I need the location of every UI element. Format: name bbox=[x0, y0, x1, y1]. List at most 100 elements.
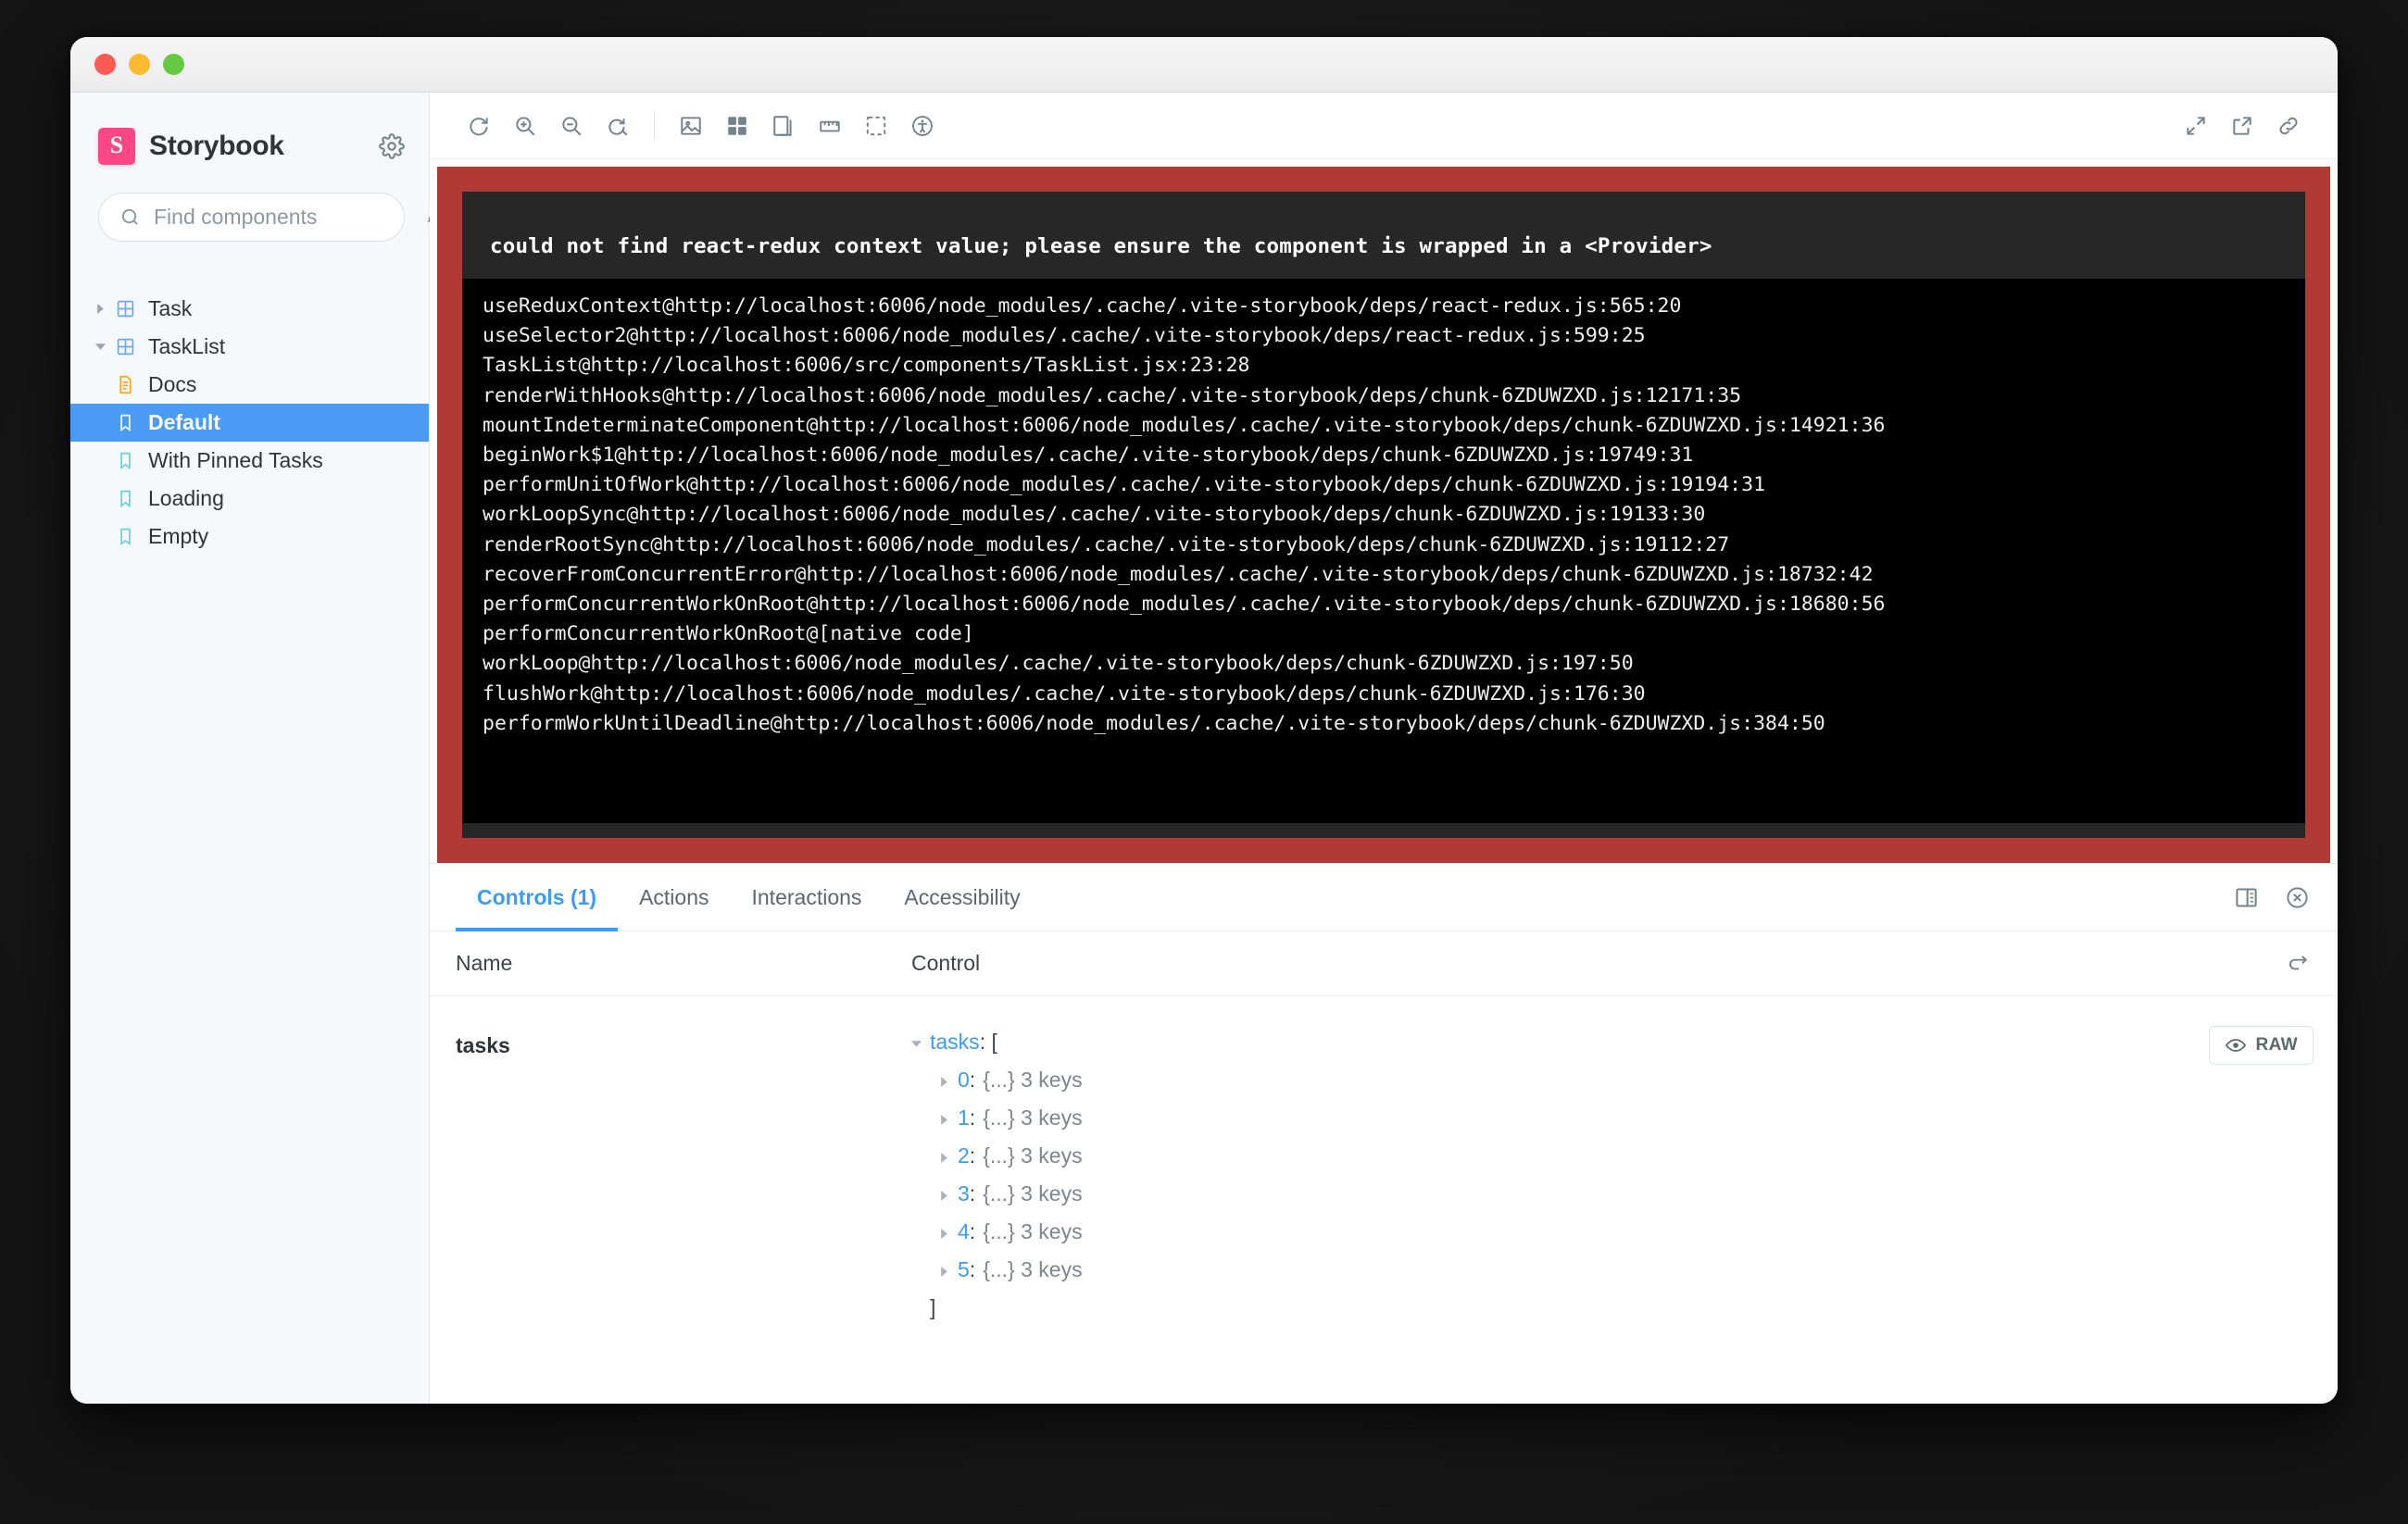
object-tree-item[interactable]: 3 : {...} 3 keys bbox=[939, 1176, 2310, 1214]
object-tree-item[interactable]: 1 : {...} 3 keys bbox=[939, 1100, 2310, 1138]
measure-icon[interactable] bbox=[807, 103, 853, 149]
component-icon bbox=[109, 299, 141, 319]
object-tree-root-key[interactable]: tasks bbox=[930, 1024, 980, 1059]
chevron-right-icon[interactable] bbox=[939, 1255, 958, 1290]
gear-icon[interactable] bbox=[379, 133, 405, 159]
tab-accessibility[interactable]: Accessibility bbox=[883, 864, 1041, 931]
sidebar-item-label: Empty bbox=[148, 524, 209, 548]
open-in-new-tab-icon[interactable] bbox=[2219, 103, 2265, 149]
copy-link-icon[interactable] bbox=[2265, 103, 2312, 149]
toolbar-divider bbox=[654, 111, 655, 140]
window-titlebar bbox=[70, 37, 2338, 93]
desktop-background: S Storybook Find components Task TaskLis… bbox=[0, 0, 2408, 1524]
chevron-right-icon[interactable] bbox=[939, 1179, 958, 1214]
outline-icon[interactable] bbox=[853, 103, 899, 149]
sidebar-item-default[interactable]: Default bbox=[70, 404, 429, 442]
zoom-reset-icon[interactable] bbox=[595, 103, 641, 149]
remount-icon[interactable] bbox=[456, 103, 502, 149]
object-tree-item-separator: : bbox=[969, 1181, 976, 1205]
object-tree-item-separator: : bbox=[969, 1219, 976, 1243]
minimize-window-button[interactable] bbox=[129, 54, 150, 75]
object-tree-item-separator: : bbox=[969, 1106, 976, 1130]
object-tree-item[interactable]: 4 : {...} 3 keys bbox=[939, 1214, 2310, 1252]
object-tree-item-value: {...} 3 keys bbox=[983, 1068, 1083, 1092]
story-icon bbox=[109, 489, 141, 508]
tab-interactions[interactable]: Interactions bbox=[731, 864, 884, 931]
chevron-right-icon[interactable] bbox=[91, 304, 109, 314]
sidebar-item-label: Loading bbox=[148, 486, 224, 510]
docs-icon bbox=[109, 375, 141, 394]
object-tree-item-separator: : bbox=[969, 1143, 976, 1168]
error-stack-trace: useReduxContext@http://localhost:6006/no… bbox=[462, 279, 2305, 823]
fullscreen-icon[interactable] bbox=[2173, 103, 2219, 149]
object-tree-item-index[interactable]: 5 bbox=[958, 1252, 970, 1287]
reset-controls-icon[interactable] bbox=[2286, 952, 2338, 976]
object-tree-item-index[interactable]: 0 bbox=[958, 1062, 970, 1097]
browser-window: S Storybook Find components Task TaskLis… bbox=[70, 37, 2338, 1404]
window-body: S Storybook Find components Task TaskLis… bbox=[70, 93, 2338, 1404]
chevron-right-icon[interactable] bbox=[939, 1103, 958, 1138]
chevron-right-icon[interactable] bbox=[939, 1217, 958, 1252]
zoom-in-icon[interactable] bbox=[502, 103, 548, 149]
object-tree-item-index[interactable]: 4 bbox=[958, 1214, 970, 1249]
object-tree-close: ] bbox=[911, 1290, 2310, 1325]
close-window-button[interactable] bbox=[94, 54, 116, 75]
chevron-down-icon[interactable] bbox=[911, 1027, 930, 1062]
tabs-right-pad bbox=[2323, 864, 2338, 931]
storybook-logo-icon: S bbox=[98, 128, 135, 165]
background-image-icon[interactable] bbox=[668, 103, 714, 149]
component-tree: Task TaskList Docs Default With Pinned T… bbox=[70, 290, 429, 556]
tab-label: Interactions bbox=[751, 884, 862, 909]
object-tree-item[interactable]: 0 : {...} 3 keys bbox=[939, 1062, 2310, 1100]
object-tree-item-index[interactable]: 1 bbox=[958, 1100, 970, 1135]
search-input[interactable] bbox=[154, 205, 428, 230]
object-tree-item[interactable]: 5 : {...} 3 keys bbox=[939, 1252, 2310, 1290]
search-box[interactable]: / bbox=[98, 193, 433, 242]
story-icon bbox=[109, 413, 141, 432]
control-row-value: tasks : [ 0 : {...} 3 keys 1: {...} 3 k… bbox=[911, 1024, 2338, 1404]
sidebar-item-loading[interactable]: Loading bbox=[70, 480, 429, 518]
zoom-window-button[interactable] bbox=[163, 54, 184, 75]
sidebar: S Storybook Find components Task TaskLis… bbox=[70, 93, 433, 1404]
object-tree-item[interactable]: 2 : {...} 3 keys bbox=[939, 1138, 2310, 1176]
addons-tabs: Controls (1) Actions Interactions Access… bbox=[430, 864, 2338, 931]
zoom-out-icon[interactable] bbox=[548, 103, 595, 149]
chevron-right-icon[interactable] bbox=[939, 1065, 958, 1100]
error-frame: could not find react-redux context value… bbox=[437, 167, 2330, 863]
object-tree: tasks : [ 0 : {...} 3 keys 1: {...} 3 k… bbox=[911, 1024, 2310, 1325]
object-tree-item-index[interactable]: 3 bbox=[958, 1176, 970, 1211]
controls-table-body: tasks tasks : [0: {...} 3 keys 1: {..… bbox=[430, 996, 2338, 1404]
grid-icon[interactable] bbox=[714, 103, 760, 149]
viewport-icon[interactable] bbox=[760, 103, 807, 149]
object-tree-item-value: {...} 3 keys bbox=[983, 1219, 1083, 1243]
tab-actions[interactable]: Actions bbox=[618, 864, 730, 931]
object-tree-item-value: {...} 3 keys bbox=[983, 1257, 1083, 1281]
object-tree-item-index[interactable]: 2 bbox=[958, 1138, 970, 1173]
accessibility-icon[interactable] bbox=[899, 103, 946, 149]
sidebar-item-tasklist[interactable]: TaskList bbox=[70, 328, 429, 366]
story-icon bbox=[109, 527, 141, 546]
close-panel-icon[interactable] bbox=[2272, 864, 2323, 931]
object-tree-item-value: {...} 3 keys bbox=[983, 1143, 1083, 1168]
layout-position-icon[interactable] bbox=[2221, 864, 2272, 931]
main-area: could not find react-redux context value… bbox=[430, 93, 2338, 1404]
chevron-right-icon[interactable] bbox=[939, 1141, 958, 1176]
sidebar-item-task[interactable]: Task bbox=[70, 290, 429, 328]
brand-title: Storybook bbox=[149, 131, 284, 161]
chevron-down-icon[interactable] bbox=[91, 342, 109, 352]
sidebar-item-with-pinned-tasks[interactable]: With Pinned Tasks bbox=[70, 442, 429, 480]
sidebar-item-empty[interactable]: Empty bbox=[70, 518, 429, 556]
preview-toolbar bbox=[430, 93, 2338, 159]
object-tree-item-separator: : bbox=[969, 1257, 976, 1281]
tab-controls[interactable]: Controls (1) bbox=[456, 864, 619, 931]
addons-panel: Controls (1) Actions Interactions Access… bbox=[430, 863, 2338, 1404]
object-tree-item-value: {...} 3 keys bbox=[983, 1181, 1083, 1205]
error-panel: could not find react-redux context value… bbox=[462, 192, 2305, 838]
tab-label: Actions bbox=[639, 884, 709, 909]
raw-toggle-button[interactable]: RAW bbox=[2209, 1026, 2314, 1065]
object-tree-root[interactable]: tasks : [ bbox=[911, 1024, 2310, 1062]
search-icon bbox=[121, 208, 138, 225]
sidebar-item-docs[interactable]: Docs bbox=[70, 366, 429, 404]
column-header-control: Control bbox=[911, 951, 981, 975]
error-message: could not find react-redux context value… bbox=[490, 234, 1712, 258]
